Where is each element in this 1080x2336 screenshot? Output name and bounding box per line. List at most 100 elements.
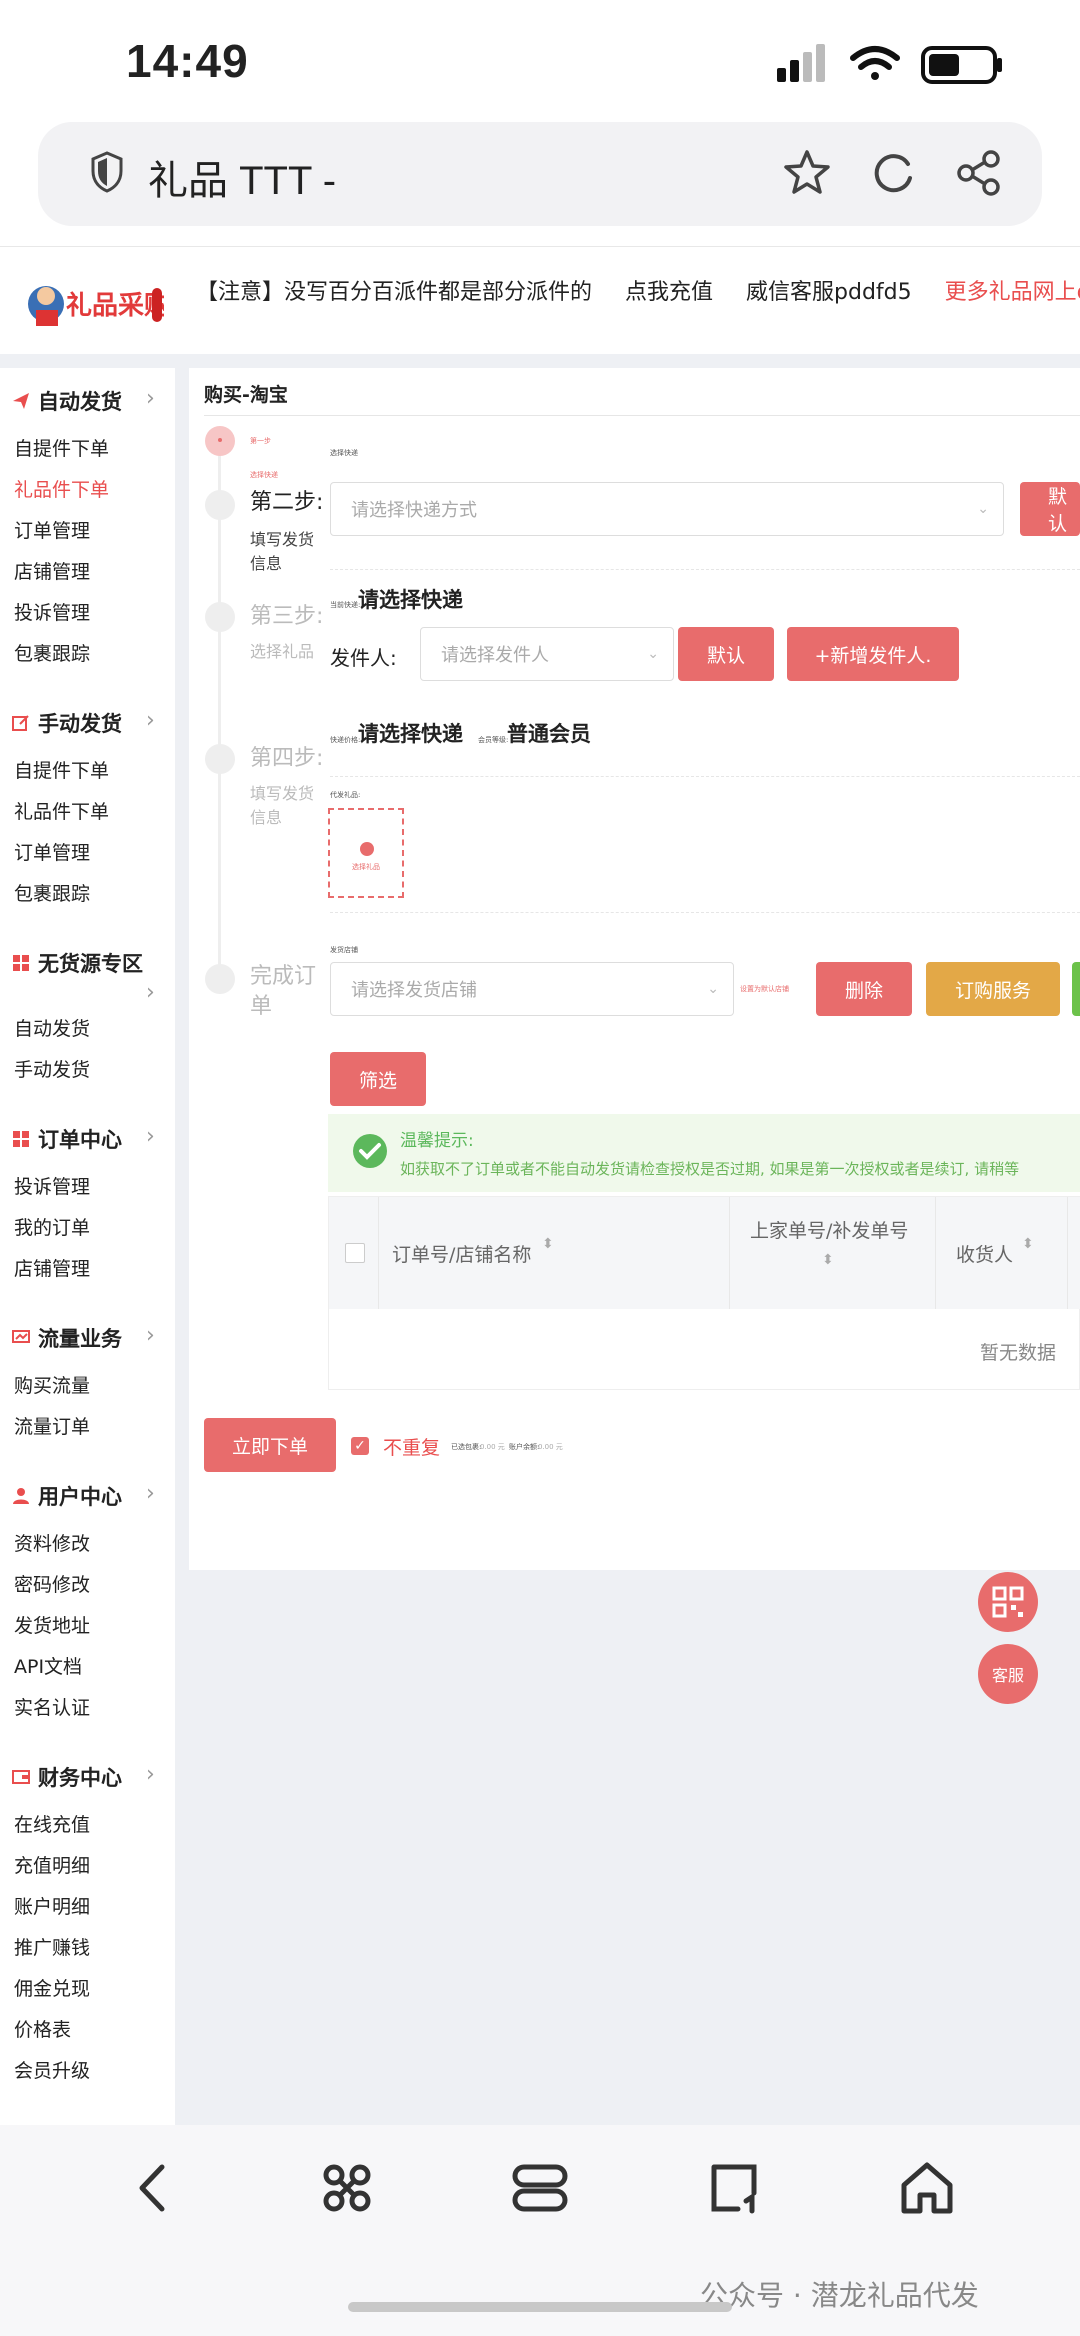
share-icon[interactable] <box>956 150 1002 196</box>
recharge-link[interactable]: 点我充值 <box>625 280 713 305</box>
sidebar-item[interactable]: 推广赚钱 <box>14 1933 90 1960</box>
sidebar-item[interactable]: 包裹跟踪 <box>14 639 90 666</box>
green-button-partial[interactable] <box>1072 962 1080 1016</box>
sidebar-item[interactable]: 发货地址 <box>14 1611 90 1638</box>
sidebar-item[interactable]: 手动发货 <box>14 1055 90 1082</box>
sidebar-item[interactable]: 订单管理 <box>14 838 90 865</box>
filter-button[interactable]: 筛选 <box>330 1052 426 1106</box>
sidebar-item[interactable]: 自动发货 <box>14 1014 90 1041</box>
column-header-upstream[interactable]: 上家单号/补发单号 <box>750 1216 908 1243</box>
dashed-divider <box>330 912 1080 913</box>
reload-icon[interactable] <box>870 150 916 196</box>
sender-default-button[interactable]: 默认 <box>678 627 774 681</box>
column-header-order[interactable]: 订单号/店铺名称 <box>392 1240 531 1267</box>
sidebar-item[interactable]: 订单管理 <box>14 516 90 543</box>
sidebar-item[interactable]: 自提件下单 <box>14 756 109 783</box>
no-repeat-checkbox[interactable]: ✓ <box>351 1437 369 1455</box>
sender-label: 发件人: <box>330 646 397 670</box>
customer-service-button[interactable]: 客服 <box>978 1644 1038 1704</box>
current-express-tiny: 当前快递: <box>330 601 361 609</box>
chevron-right-icon: › <box>146 1124 155 1149</box>
sidebar-section-no-source[interactable]: 无货源专区 <box>12 948 143 978</box>
sidebar-item[interactable]: 礼品件下单 <box>14 797 109 824</box>
column-divider <box>729 1197 730 1309</box>
sidebar-item[interactable]: 店铺管理 <box>14 1254 90 1281</box>
home-icon[interactable] <box>892 2153 962 2223</box>
step4-sub: 填写发货信息 <box>250 784 315 827</box>
sidebar-item[interactable]: 自提件下单 <box>14 434 109 461</box>
breadcrumb: 购买-淘宝 <box>204 384 288 406</box>
sidebar-section-auto-ship[interactable]: 自动发货 <box>12 386 122 416</box>
balance-value: 0.00 元 <box>538 1443 563 1451</box>
qrcode-button[interactable] <box>978 1572 1038 1632</box>
sidebar-item[interactable]: 账户明细 <box>14 1892 90 1919</box>
new-tab-icon[interactable] <box>700 2153 770 2223</box>
sidebar-item[interactable]: 价格表 <box>14 2015 71 2042</box>
chevron-right-icon: › <box>146 1481 155 1506</box>
more-gifts-link[interactable]: 更多礼品网上qlaa <box>945 280 1080 305</box>
no-repeat-label: 不重复 <box>383 1437 441 1459</box>
subscribe-service-button[interactable]: 订购服务 <box>926 962 1060 1016</box>
sidebar-item[interactable]: 在线充值 <box>14 1810 90 1837</box>
sidebar-item[interactable]: 充值明细 <box>14 1851 90 1878</box>
express-default-button[interactable]: 默认 <box>1020 482 1080 536</box>
sort-icon[interactable]: ⬍ <box>822 1252 834 1268</box>
menu-icon[interactable] <box>312 2153 382 2223</box>
sidebar-item[interactable]: 密码修改 <box>14 1570 90 1597</box>
qrcode-icon <box>992 1586 1024 1618</box>
star-icon[interactable] <box>782 148 832 198</box>
sidebar-section-user-center[interactable]: 用户中心 <box>12 1481 122 1511</box>
sidebar-item[interactable]: 包裹跟踪 <box>14 879 90 906</box>
sidebar-section-traffic[interactable]: 流量业务 <box>12 1323 122 1353</box>
sender-select[interactable]: 请选择发件人 ⌄ <box>420 627 674 681</box>
selected-package-value: 0.00 元 <box>480 1443 505 1451</box>
submit-order-button[interactable]: 立即下单 <box>204 1418 336 1472</box>
site-logo[interactable]: 礼品采购 <box>24 270 170 334</box>
status-icons <box>777 44 1002 84</box>
shield-icon[interactable] <box>90 150 124 194</box>
sidebar-item[interactable]: 投诉管理 <box>14 1172 90 1199</box>
default-shop-link[interactable]: 设置为默认店铺 <box>740 984 789 994</box>
sidebar-item[interactable]: 会员升级 <box>14 2056 90 2083</box>
sidebar-item[interactable]: 佣金兑现 <box>14 1974 90 2001</box>
step1-label: 第一步 <box>250 437 271 445</box>
notice-marquee[interactable]: 【注意】没写百分百派件都是部分派件的 点我充值 威信客服pddfd5 更多礼品网… <box>196 274 1080 306</box>
sort-icon[interactable]: ⬍ <box>1022 1236 1034 1252</box>
home-indicator[interactable] <box>348 2302 732 2312</box>
price-express-tiny: 快递价格: <box>330 736 361 744</box>
select-all-checkbox[interactable] <box>345 1243 365 1263</box>
sidebar-item[interactable]: 投诉管理 <box>14 598 90 625</box>
sidebar-item[interactable]: API文档 <box>14 1652 82 1679</box>
express-select-placeholder: 请选择快递方式 <box>351 500 477 521</box>
selected-package-label: 已选包裹: <box>451 1443 482 1451</box>
column-header-receiver[interactable]: 收货人 <box>956 1240 1013 1267</box>
upload-label: 选择礼品 <box>352 863 380 871</box>
express-select[interactable]: 请选择快递方式 ⌄ <box>330 482 1004 536</box>
sender-select-placeholder: 请选择发件人 <box>441 645 549 666</box>
tabs-icon[interactable] <box>505 2153 575 2223</box>
sidebar-section-order-center[interactable]: 订单中心 <box>12 1124 122 1154</box>
column-divider <box>1067 1197 1068 1309</box>
sidebar-item[interactable]: 店铺管理 <box>14 557 90 584</box>
delete-button[interactable]: 删除 <box>816 962 912 1016</box>
sidebar-item-active[interactable]: 礼品件下单 <box>14 475 109 502</box>
add-sender-button[interactable]: +新增发件人. <box>787 627 959 681</box>
sidebar-item[interactable]: 资料修改 <box>14 1529 90 1556</box>
step3-sub: 选择礼品 <box>250 642 315 661</box>
chevron-down-icon: ⌄ <box>977 501 989 517</box>
check-circle-icon <box>353 1134 387 1168</box>
dashed-divider <box>330 776 1080 777</box>
sidebar-item[interactable]: 我的订单 <box>14 1213 90 1240</box>
page-title[interactable]: 礼品 TTT - <box>148 148 336 206</box>
sidebar-item[interactable]: 流量订单 <box>14 1412 90 1439</box>
shop-select[interactable]: 请选择发货店铺 ⌄ <box>330 962 734 1016</box>
sidebar-item[interactable]: 购买流量 <box>14 1371 90 1398</box>
chevron-right-icon: › <box>146 980 155 1005</box>
sidebar-item[interactable]: 实名认证 <box>14 1693 90 1720</box>
shop-select-placeholder: 请选择发货店铺 <box>351 980 477 1001</box>
sidebar-section-manual-ship[interactable]: 手动发货 <box>12 708 122 738</box>
sort-icon[interactable]: ⬍ <box>542 1236 554 1252</box>
gift-upload-box[interactable]: 选择礼品 <box>328 808 404 898</box>
back-icon[interactable] <box>118 2153 188 2223</box>
sidebar-section-finance[interactable]: 财务中心 <box>12 1762 122 1792</box>
